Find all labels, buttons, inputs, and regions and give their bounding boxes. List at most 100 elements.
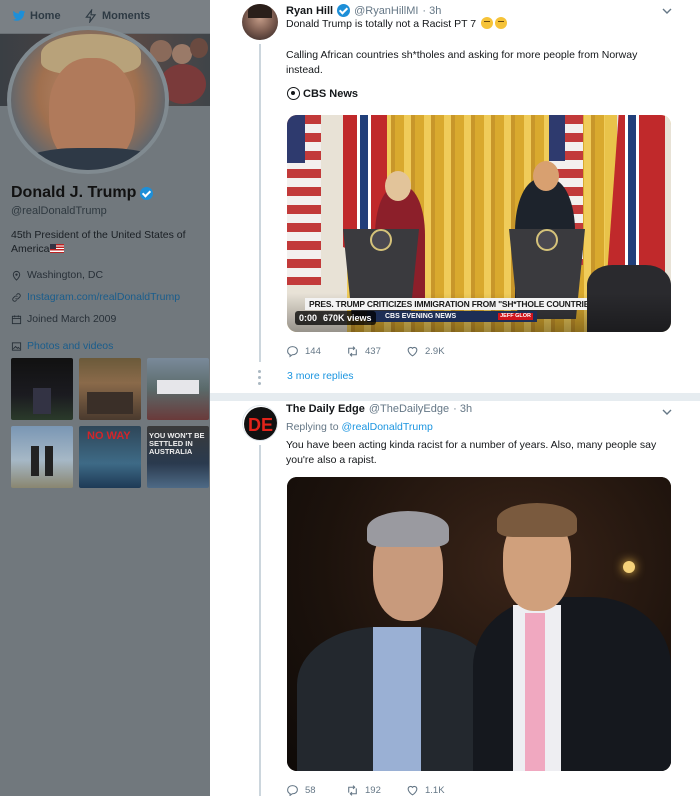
video-reporter-tag: JEFF GLOR	[498, 313, 533, 320]
profile-avatar[interactable]	[7, 26, 169, 174]
photo-icon	[11, 341, 22, 351]
video-program-label: CBS EVENING NEWS	[385, 313, 457, 320]
thinking-face-emoji-icon	[480, 17, 493, 29]
photo-thumbnail[interactable]	[79, 358, 141, 420]
more-replies-link[interactable]: 3 more replies	[287, 370, 354, 382]
chevron-down-icon[interactable]	[662, 407, 672, 417]
nav-moments-label: Moments	[102, 10, 151, 22]
video-elapsed: 0:00	[299, 313, 318, 323]
reply-count: 58	[305, 785, 316, 796]
replying-to-handle[interactable]: @realDonaldTrump	[341, 421, 432, 433]
retweet-count: 437	[365, 346, 381, 357]
tweet-timestamp[interactable]: · 3h	[453, 403, 472, 415]
thumb-caption: NO WAY	[87, 430, 131, 442]
tweet-header: The Daily Edge @TheDailyEdge · 3h	[286, 403, 472, 415]
retweet-icon	[348, 785, 357, 796]
tweet-photo[interactable]	[287, 477, 671, 771]
calendar-icon	[11, 314, 22, 324]
tweet-actions: 58 192 1.1K	[286, 784, 466, 796]
thinking-face-emoji-icon	[494, 17, 507, 29]
right-person-jacket	[473, 597, 671, 771]
like-count: 2.9K	[425, 346, 445, 357]
like-button[interactable]: 2.9K	[406, 345, 466, 358]
nav-home[interactable]: Home	[12, 9, 61, 23]
tweet-avatar[interactable]	[242, 4, 278, 40]
retweet-icon	[348, 346, 357, 357]
video-player[interactable]: PRES. TRUMP CRITICIZES IMMIGRATION FROM …	[287, 115, 671, 332]
tweet-author-handle[interactable]: @RyanHillMI	[354, 5, 418, 17]
video-chyron: PRES. TRUMP CRITICIZES IMMIGRATION FROM …	[305, 298, 587, 310]
tweet-timestamp[interactable]: · 3h	[422, 5, 441, 17]
nav-home-label: Home	[30, 10, 61, 22]
tweet-author-name[interactable]: Ryan Hill	[286, 5, 333, 17]
video-program-bar: CBS EVENING NEWS JEFF GLOR	[367, 311, 537, 322]
thumb-caption: YOU WON'T BE SETTLED IN AUSTRALIA	[149, 431, 205, 456]
photo-thumbnail[interactable]	[11, 426, 73, 488]
reply-button[interactable]: 58	[286, 784, 346, 796]
tweet-avatar[interactable]: DE	[242, 405, 278, 441]
photo-thumbnail-no-way[interactable]: NO WAY	[79, 426, 141, 488]
link-icon	[12, 292, 21, 302]
conversation-divider	[210, 393, 700, 401]
tweet[interactable]: DE The Daily Edge @TheDailyEdge · 3h Rep…	[210, 401, 700, 796]
verified-badge-icon	[337, 4, 351, 17]
lightning-icon	[85, 9, 97, 23]
tweet-header: Ryan Hill @RyanHillMI · 3h	[286, 4, 441, 17]
profile-joined-text: Joined March 2009	[27, 313, 117, 325]
card-source-label[interactable]: CBS News	[303, 88, 358, 100]
retweet-count: 192	[365, 785, 381, 796]
tweet-text: You have been acting kinda racist for a …	[286, 439, 657, 466]
conversation-pane: Ryan Hill @RyanHillMI · 3h Donald Trump …	[210, 0, 700, 796]
retweet-button[interactable]: 192	[346, 784, 406, 796]
tweet-text: Donald Trump is totally not a Racist PT …	[286, 17, 676, 32]
profile-bio: 45th President of the United States of A…	[11, 228, 196, 256]
profile-name-text: Donald J. Trump	[11, 184, 137, 201]
twitter-bird-icon	[12, 10, 26, 21]
thread-dots	[258, 370, 262, 388]
heart-icon	[407, 785, 418, 796]
card-source[interactable]: CBS News	[287, 87, 358, 100]
profile-location: Washington, DC	[11, 269, 103, 281]
like-button[interactable]: 1.1K	[406, 784, 466, 796]
profile-website[interactable]: Instagram.com/realDonaldTrump	[11, 291, 180, 303]
avatar-text: DE	[248, 415, 273, 435]
video-views: 670K views	[323, 313, 372, 323]
nav-moments[interactable]: Moments	[84, 9, 150, 23]
chevron-down-icon[interactable]	[662, 6, 672, 16]
photo-thumbnail-australia[interactable]: YOU WON'T BE SETTLED IN AUSTRALIA	[147, 426, 209, 488]
verified-badge-icon	[140, 186, 154, 200]
reply-button[interactable]: 144	[286, 345, 346, 358]
cbs-eye-logo-icon	[287, 87, 300, 100]
photos-label-text[interactable]: Photos and videos	[27, 340, 113, 352]
reply-icon	[287, 785, 298, 796]
reply-count: 144	[305, 346, 321, 357]
tweet-author-name[interactable]: The Daily Edge	[286, 403, 365, 415]
heart-icon	[407, 346, 418, 357]
profile-joined: Joined March 2009	[11, 313, 116, 325]
tweet-actions: 144 437 2.9K	[286, 345, 466, 358]
daily-edge-logo: DE	[244, 407, 277, 440]
replying-to: Replying to @realDonaldTrump	[286, 421, 433, 433]
replying-to-prefix: Replying to	[286, 421, 339, 433]
tweet[interactable]: Ryan Hill @RyanHillMI · 3h Donald Trump …	[210, 0, 700, 393]
profile-website-text[interactable]: Instagram.com/realDonaldTrump	[27, 291, 180, 303]
location-pin-icon	[12, 270, 21, 281]
photo-thumbnail[interactable]	[147, 358, 209, 420]
tweet-text-line: Donald Trump is totally not a Racist PT …	[286, 18, 477, 30]
tweet-author-handle[interactable]: @TheDailyEdge	[369, 403, 449, 415]
profile-pane: Home Moments Donald J. Trump @realDonald…	[0, 0, 210, 796]
thread-line	[259, 445, 261, 796]
tweet-body: Calling African countries sh*tholes and …	[286, 49, 638, 76]
us-flag-icon	[49, 244, 64, 253]
profile-name: Donald J. Trump	[11, 184, 154, 202]
thread-line	[259, 44, 261, 362]
retweet-button[interactable]: 437	[346, 345, 406, 358]
profile-location-text: Washington, DC	[27, 269, 104, 281]
reply-icon	[287, 346, 298, 358]
video-time-badge: 0:00 670K views	[295, 311, 376, 325]
photo-thumbnail[interactable]	[11, 358, 73, 420]
profile-bio-text: 45th President of the United States of A…	[11, 229, 186, 255]
like-count: 1.1K	[425, 785, 445, 796]
profile-handle: @realDonaldTrump	[11, 205, 107, 217]
photos-and-videos-link[interactable]: Photos and videos	[11, 340, 113, 352]
